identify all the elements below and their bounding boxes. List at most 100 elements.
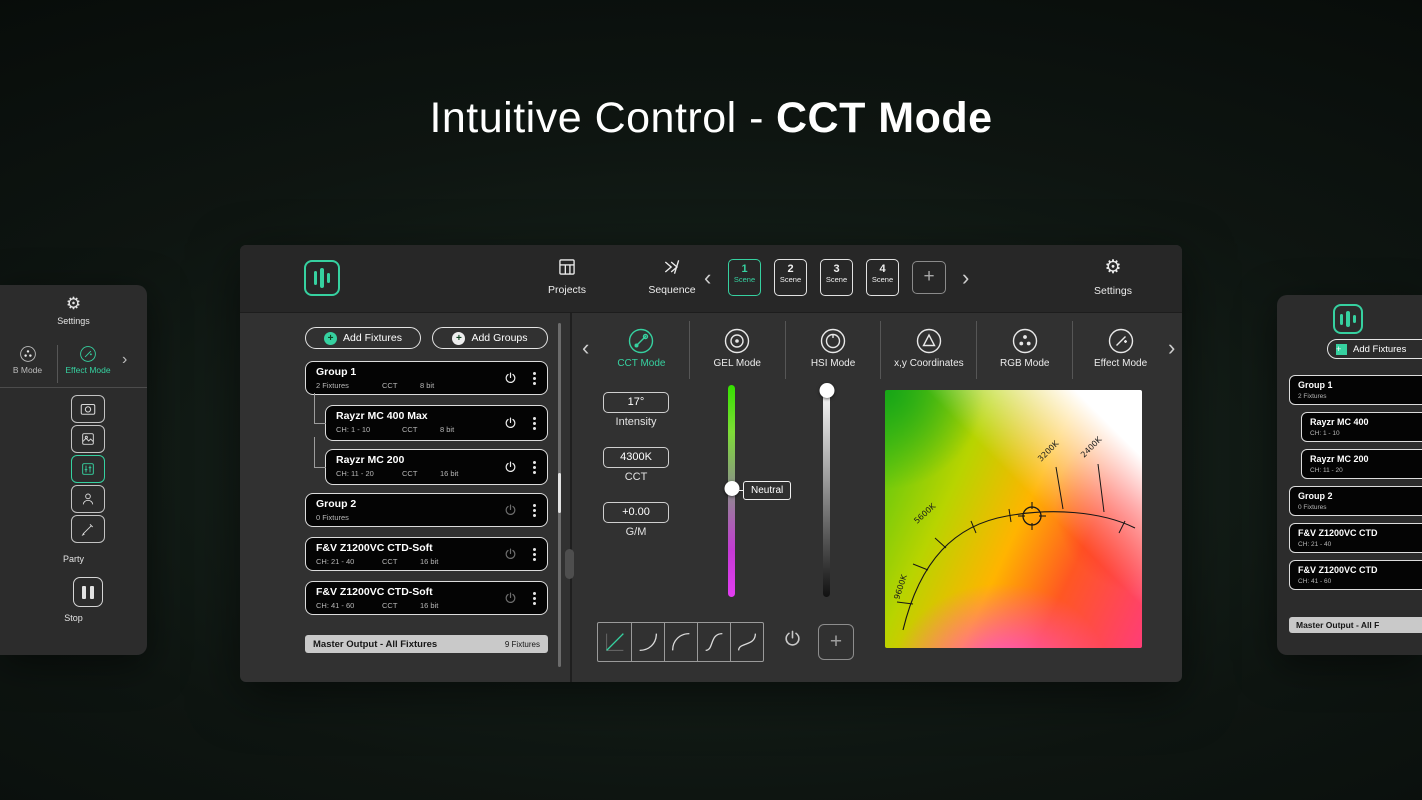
scene-next-icon[interactable]: › bbox=[962, 267, 969, 289]
app-logo-icon bbox=[304, 260, 340, 296]
master-output-row[interactable]: Master Output - All Fixtures 9 Fixtures bbox=[305, 635, 548, 653]
fixture-row[interactable]: F&V Z1200VC CTD-Soft CH: 41 - 60 CCT 16 bi… bbox=[305, 581, 548, 615]
gm-value-field[interactable]: +0.00 bbox=[603, 502, 669, 523]
effect-preset-button-1[interactable] bbox=[71, 395, 105, 423]
curve-ease-in-button[interactable] bbox=[631, 623, 664, 661]
effect-preset-button-5[interactable] bbox=[71, 515, 105, 543]
tab-rgb-mode[interactable]: RGB Mode bbox=[976, 321, 1072, 379]
fixture-row[interactable]: Rayzr MC 400 Max CH: 1 - 10 CCT 8 bit bbox=[314, 393, 548, 441]
app-logo-icon bbox=[1333, 304, 1363, 334]
intensity-slider-handle[interactable] bbox=[819, 383, 834, 398]
add-fixtures-button[interactable]: + Add Fixtures bbox=[305, 327, 421, 349]
ease-out-curve-icon bbox=[671, 632, 690, 651]
power-icon[interactable] bbox=[504, 461, 517, 474]
scene-tab-2[interactable]: 2 Scene bbox=[774, 259, 807, 296]
gear-icon[interactable]: ⚙ bbox=[0, 295, 147, 313]
curve-ease-out-button[interactable] bbox=[664, 623, 697, 661]
xy-coordinates-icon bbox=[916, 328, 942, 354]
tab-hsi-mode[interactable]: HSI Mode bbox=[784, 321, 881, 379]
ease-in-curve-icon bbox=[639, 633, 658, 652]
master-output-row[interactable]: Master Output - All F bbox=[1289, 617, 1422, 633]
gm-label: G/M bbox=[625, 526, 647, 538]
fixtures-scrollbar[interactable] bbox=[558, 323, 561, 667]
sequence-button[interactable]: Sequence bbox=[637, 257, 707, 298]
power-icon[interactable] bbox=[504, 548, 517, 561]
group-row-2[interactable]: Group 2 0 Fixtures bbox=[305, 493, 548, 527]
tab-effect-mode[interactable]: Effect Mode bbox=[58, 345, 118, 375]
chromaticity-diagram[interactable]: 9600K 5600K 3200K 2400K bbox=[885, 390, 1142, 648]
topbar: Projects Sequence ‹ 1 Scene 2 Scene 3 Sc… bbox=[240, 245, 1182, 313]
tab-effect-mode[interactable]: Effect Mode bbox=[1072, 321, 1168, 379]
settings-button[interactable]: ⚙ Settings bbox=[1078, 257, 1148, 299]
more-options-icon[interactable] bbox=[533, 376, 536, 380]
more-options-icon[interactable] bbox=[533, 421, 536, 425]
cct-label: CCT bbox=[624, 471, 648, 483]
page-title: Intuitive Control - CCT Mode bbox=[0, 94, 1422, 143]
more-options-icon[interactable] bbox=[533, 552, 536, 556]
group-row-2[interactable]: Group 2 0 Fixtures bbox=[1289, 486, 1422, 516]
party-label: Party bbox=[62, 554, 84, 564]
projects-grid-icon bbox=[559, 259, 575, 275]
power-icon[interactable] bbox=[504, 504, 517, 517]
temp-label-3200k: 3200K bbox=[1036, 438, 1061, 463]
curve-inverse-s-button[interactable] bbox=[730, 623, 763, 661]
temp-label-2400k: 2400K bbox=[1079, 434, 1104, 459]
sequence-icon bbox=[664, 260, 680, 274]
curve-linear-button[interactable] bbox=[598, 623, 631, 661]
add-preset-button[interactable]: + bbox=[818, 624, 854, 660]
cct-mode-icon bbox=[629, 328, 654, 354]
intensity-value-field[interactable]: 17° bbox=[603, 392, 669, 413]
add-scene-button[interactable]: + bbox=[912, 261, 946, 294]
scene-prev-icon[interactable]: ‹ bbox=[704, 267, 711, 289]
output-power-button[interactable] bbox=[780, 629, 804, 648]
gm-slider-handle[interactable] bbox=[724, 481, 739, 496]
rgb-mode-icon bbox=[19, 346, 36, 362]
group-row-1[interactable]: Group 1 2 Fixtures CCT 8 bit bbox=[305, 361, 548, 395]
control-panel: ‹ CCT Mode GEL Mode HSI Mode x,y Coordin… bbox=[580, 313, 1182, 682]
tab-xy-coordinates[interactable]: x,y Coordinates bbox=[880, 321, 976, 379]
add-fixtures-button[interactable]: + Add Fixtures bbox=[1327, 339, 1422, 359]
page-title-bold: CCT Mode bbox=[775, 94, 993, 142]
fixture-row[interactable]: Rayzr MC 400 CH: 1 - 10 bbox=[1301, 412, 1422, 442]
scene-tab-1[interactable]: 1 Scene bbox=[728, 259, 761, 296]
temp-label-9600k: 9600K bbox=[892, 573, 909, 601]
fixture-row[interactable]: F&V Z1200VC CTD CH: 41 - 60 bbox=[1289, 560, 1422, 590]
tab-rgb-mode-partial[interactable]: B Mode bbox=[0, 345, 55, 375]
scene-tab-4[interactable]: 4 Scene bbox=[866, 259, 899, 296]
panel-divider-handle[interactable] bbox=[565, 549, 574, 579]
effect-preset-button-2[interactable] bbox=[71, 425, 105, 453]
effect-preset-button-3[interactable] bbox=[71, 455, 105, 483]
more-options-icon[interactable] bbox=[533, 465, 536, 469]
cct-value-field[interactable]: 4300K bbox=[603, 447, 669, 468]
power-icon[interactable] bbox=[504, 372, 517, 385]
tab-cct-mode[interactable]: CCT Mode bbox=[594, 321, 689, 379]
group-row-1[interactable]: Group 1 2 Fixtures bbox=[1289, 375, 1422, 405]
plus-icon: + bbox=[324, 331, 338, 345]
fixture-row[interactable]: Rayzr MC 200 CH: 11 - 20 CCT 16 bit bbox=[314, 437, 548, 485]
scrollbar-thumb[interactable] bbox=[558, 473, 561, 513]
tab-gel-mode[interactable]: GEL Mode bbox=[688, 321, 785, 379]
green-magenta-slider[interactable] bbox=[724, 385, 739, 597]
add-groups-button[interactable]: + Add Groups bbox=[432, 327, 548, 349]
intensity-slider[interactable] bbox=[819, 383, 834, 597]
modes-prev-icon[interactable]: ‹ bbox=[582, 337, 589, 359]
fixture-row[interactable]: Rayzr MC 200 CH: 11 - 20 bbox=[1301, 449, 1422, 479]
power-icon[interactable] bbox=[504, 417, 517, 430]
more-options-icon[interactable] bbox=[533, 596, 536, 600]
camera-icon bbox=[80, 403, 96, 415]
modes-next-icon[interactable]: › bbox=[122, 351, 127, 369]
projects-button[interactable]: Projects bbox=[532, 257, 602, 298]
temp-label-5600k: 5600K bbox=[912, 501, 938, 525]
stop-button[interactable] bbox=[73, 577, 103, 607]
gel-mode-icon bbox=[725, 328, 750, 354]
curve-s-button[interactable] bbox=[697, 623, 730, 661]
fixture-row[interactable]: F&V Z1200VC CTD CH: 21 - 40 bbox=[1289, 523, 1422, 553]
scene-tab-3[interactable]: 3 Scene bbox=[820, 259, 853, 296]
effect-preset-button-4[interactable] bbox=[71, 485, 105, 513]
power-icon[interactable] bbox=[504, 592, 517, 605]
modes-next-icon[interactable]: › bbox=[1168, 337, 1175, 359]
inverse-s-curve-icon bbox=[737, 633, 757, 651]
page-title-regular: Intuitive Control - bbox=[429, 94, 764, 142]
fixture-row[interactable]: F&V Z1200VC CTD-Soft CH: 21 - 40 CCT 16 bi… bbox=[305, 537, 548, 571]
more-options-icon[interactable] bbox=[533, 508, 536, 512]
